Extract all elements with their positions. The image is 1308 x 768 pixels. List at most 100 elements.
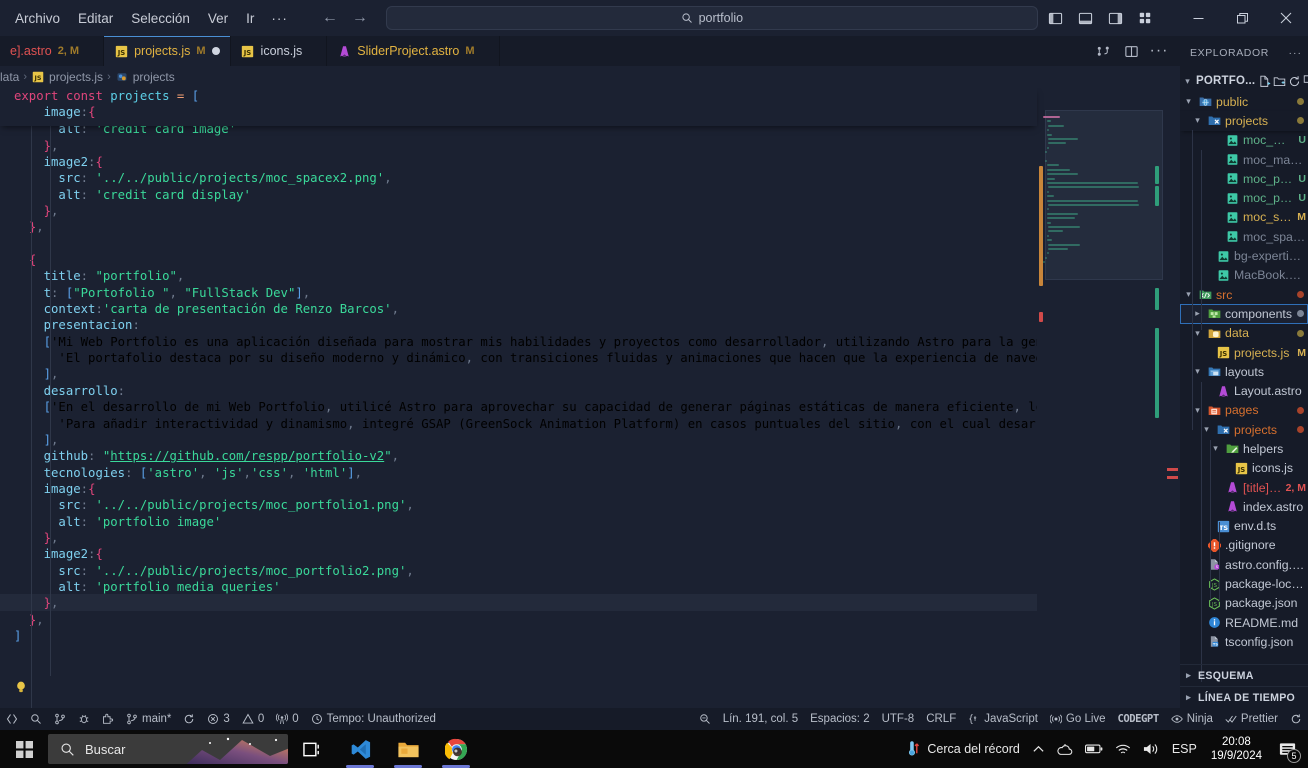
tree-item-astro-config-mjs[interactable]: Sastro.config.mjs bbox=[1180, 555, 1308, 574]
status-lín-191-col-5[interactable]: Lín. 191, col. 5 bbox=[717, 708, 804, 730]
explorer-root-row[interactable]: ▾ PORTFO... bbox=[1180, 70, 1308, 92]
chevron-down-icon[interactable]: ▾ bbox=[1182, 76, 1193, 87]
tree-item-src[interactable]: ▾src bbox=[1180, 285, 1308, 304]
status-extensions-icon[interactable] bbox=[96, 708, 120, 730]
menu-item-ir[interactable]: Ir bbox=[237, 8, 263, 29]
menu-overflow-icon[interactable]: ··· bbox=[263, 8, 296, 29]
status-ninja[interactable]: Ninja bbox=[1165, 708, 1219, 730]
tree-item-projects[interactable]: ▾projects bbox=[1180, 111, 1308, 130]
status-source-control-icon[interactable] bbox=[48, 708, 72, 730]
tree-item-moc-port[interactable]: moc_port...U bbox=[1180, 188, 1308, 207]
tree-item-moc-port[interactable]: moc_port...U bbox=[1180, 169, 1308, 188]
chevron-down-icon[interactable]: ▾ bbox=[1183, 96, 1194, 107]
tree-item-projects-js[interactable]: JSprojects.jsM bbox=[1180, 343, 1308, 362]
status-0[interactable]: 0 bbox=[270, 708, 304, 730]
sticky-scroll-header[interactable]: export const projects = [ image:{ bbox=[0, 88, 1037, 126]
chevron-down-icon[interactable]: ▾ bbox=[1192, 366, 1203, 377]
status-sync-icon[interactable] bbox=[177, 708, 201, 730]
menu-item-ver[interactable]: Ver bbox=[199, 8, 237, 29]
tree-item-projects[interactable]: ▾projects bbox=[1180, 420, 1308, 439]
status-3[interactable]: 3 bbox=[201, 708, 235, 730]
chevron-right-icon[interactable]: ▸ bbox=[1183, 670, 1194, 681]
chevron-down-icon[interactable]: ▾ bbox=[1201, 424, 1212, 435]
editor-tab-projects-js[interactable]: JSprojects.jsM bbox=[104, 36, 230, 66]
task-view-icon[interactable] bbox=[288, 730, 336, 768]
refresh-icon[interactable] bbox=[1288, 75, 1301, 88]
editor-tab-icons-js[interactable]: JSicons.js bbox=[231, 36, 328, 66]
toggle-secondary-sidebar-icon[interactable] bbox=[1102, 6, 1128, 30]
toggle-panel-icon[interactable] bbox=[1072, 6, 1098, 30]
tree-item-layout-astro[interactable]: Layout.astro bbox=[1180, 381, 1308, 400]
new-folder-icon[interactable] bbox=[1273, 75, 1286, 88]
notifications-icon[interactable]: 5 bbox=[1270, 730, 1304, 768]
taskbar-search-box[interactable]: Buscar bbox=[48, 734, 288, 764]
clock[interactable]: 20:08 19/9/2024 bbox=[1203, 735, 1270, 763]
tree-item-macbook-webp[interactable]: MacBook.webp bbox=[1180, 266, 1308, 285]
tree-item-moc-spa[interactable]: moc_spa...M bbox=[1180, 208, 1308, 227]
go-back-icon[interactable]: ← bbox=[318, 7, 342, 29]
status-search-icon[interactable] bbox=[24, 708, 48, 730]
status-tempo-unauthorized[interactable]: Tempo: Unauthorized bbox=[305, 708, 442, 730]
tree-item-moc-mar[interactable]: moc_mar...U bbox=[1180, 131, 1308, 150]
sticky-line-0[interactable]: export const projects = [ bbox=[14, 89, 199, 105]
split-editor-vertical-icon[interactable] bbox=[1118, 38, 1144, 64]
tree-item-index-astro[interactable]: index.astro bbox=[1180, 497, 1308, 516]
collapse-all-icon[interactable] bbox=[1303, 75, 1308, 88]
menu-item-archivo[interactable]: Archivo bbox=[6, 8, 69, 29]
tab-dirty-indicator[interactable] bbox=[212, 47, 220, 55]
vscode-icon[interactable] bbox=[336, 730, 384, 768]
status-remote-icon[interactable] bbox=[0, 708, 24, 730]
panel-linea-de-tiempo[interactable]: ▸ LÍNEA DE TIEMPO bbox=[1180, 686, 1308, 708]
tree-item-package-lock-json[interactable]: JSpackage-lock.json bbox=[1180, 574, 1308, 593]
editor-tab-e-astro[interactable]: e].astro2, M bbox=[0, 36, 104, 66]
weather-widget[interactable]: Cerca del récord bbox=[899, 730, 1025, 768]
menu-item-editar[interactable]: Editar bbox=[69, 8, 122, 29]
battery-icon[interactable] bbox=[1079, 730, 1109, 768]
command-center[interactable]: portfolio bbox=[386, 6, 1038, 30]
editor-gutter[interactable] bbox=[0, 88, 32, 708]
code-content[interactable]: export const projects = [ image:{ alt: '… bbox=[0, 88, 1037, 708]
status-espacios-2[interactable]: Espacios: 2 bbox=[804, 708, 875, 730]
chevron-right-icon[interactable]: ▸ bbox=[1183, 692, 1194, 703]
customize-layout-icon[interactable] bbox=[1132, 6, 1158, 30]
maximize-button[interactable] bbox=[1220, 1, 1264, 35]
chevron-down-icon[interactable]: ▾ bbox=[1210, 443, 1221, 454]
new-file-icon[interactable] bbox=[1258, 75, 1271, 88]
tree-item-moc-marvel2-p[interactable]: moc_marvel2.p bbox=[1180, 150, 1308, 169]
tree-item-bg-expertis-web[interactable]: bg-expertis.web bbox=[1180, 246, 1308, 265]
status-0[interactable]: 0 bbox=[236, 708, 270, 730]
tree-item--title[interactable]: [title]....2, M bbox=[1180, 478, 1308, 497]
breadcrumb-item-0[interactable]: lata bbox=[0, 70, 19, 84]
minimap[interactable] bbox=[1037, 88, 1165, 708]
go-forward-icon[interactable]: → bbox=[348, 7, 372, 29]
tree-item-env-d-ts[interactable]: TSenv.d.ts bbox=[1180, 517, 1308, 536]
status-crlf[interactable]: CRLF bbox=[920, 708, 962, 730]
status-debug-icon[interactable] bbox=[72, 708, 96, 730]
status-javascript[interactable]: JavaScript bbox=[962, 708, 1044, 730]
tree-item-layouts[interactable]: ▾layouts bbox=[1180, 362, 1308, 381]
tree-item-public[interactable]: ▾public bbox=[1180, 92, 1308, 111]
windows-start-icon[interactable] bbox=[0, 730, 48, 768]
file-explorer-icon[interactable] bbox=[384, 730, 432, 768]
tree-item-components[interactable]: ▸components bbox=[1180, 304, 1308, 323]
tree-item-data[interactable]: ▾data bbox=[1180, 324, 1308, 343]
explorer-more-icon[interactable]: ··· bbox=[1289, 47, 1303, 59]
overview-ruler[interactable] bbox=[1165, 88, 1180, 708]
file-tree[interactable]: ▾public▾projectsmoc_mar...Umoc_marvel2.p… bbox=[1180, 92, 1308, 652]
menu-bar[interactable]: Archivo Editar Selección Ver Ir ··· bbox=[0, 8, 296, 29]
wifi-icon[interactable] bbox=[1109, 730, 1137, 768]
menu-item-seleccion[interactable]: Selección bbox=[122, 8, 199, 29]
split-editor-icon[interactable] bbox=[1090, 38, 1116, 64]
onedrive-icon[interactable] bbox=[1051, 730, 1079, 768]
breadcrumb-item-2[interactable]: projects bbox=[115, 70, 175, 84]
toggle-primary-sidebar-icon[interactable] bbox=[1042, 6, 1068, 30]
chevron-down-icon[interactable]: ▾ bbox=[1192, 115, 1203, 126]
minimize-button[interactable] bbox=[1176, 1, 1220, 35]
status-codegpt[interactable]: CODEGPT bbox=[1112, 708, 1165, 730]
tree-item-pages[interactable]: ▾pages bbox=[1180, 401, 1308, 420]
editor[interactable]: export const projects = [ image:{ alt: '… bbox=[0, 88, 1180, 708]
tree-item-tsconfig-json[interactable]: TStsconfig.json bbox=[1180, 632, 1308, 651]
status-bell-icon[interactable] bbox=[1284, 708, 1308, 730]
minimap-slider[interactable] bbox=[1045, 110, 1163, 280]
show-hidden-icons-button[interactable] bbox=[1026, 730, 1051, 768]
